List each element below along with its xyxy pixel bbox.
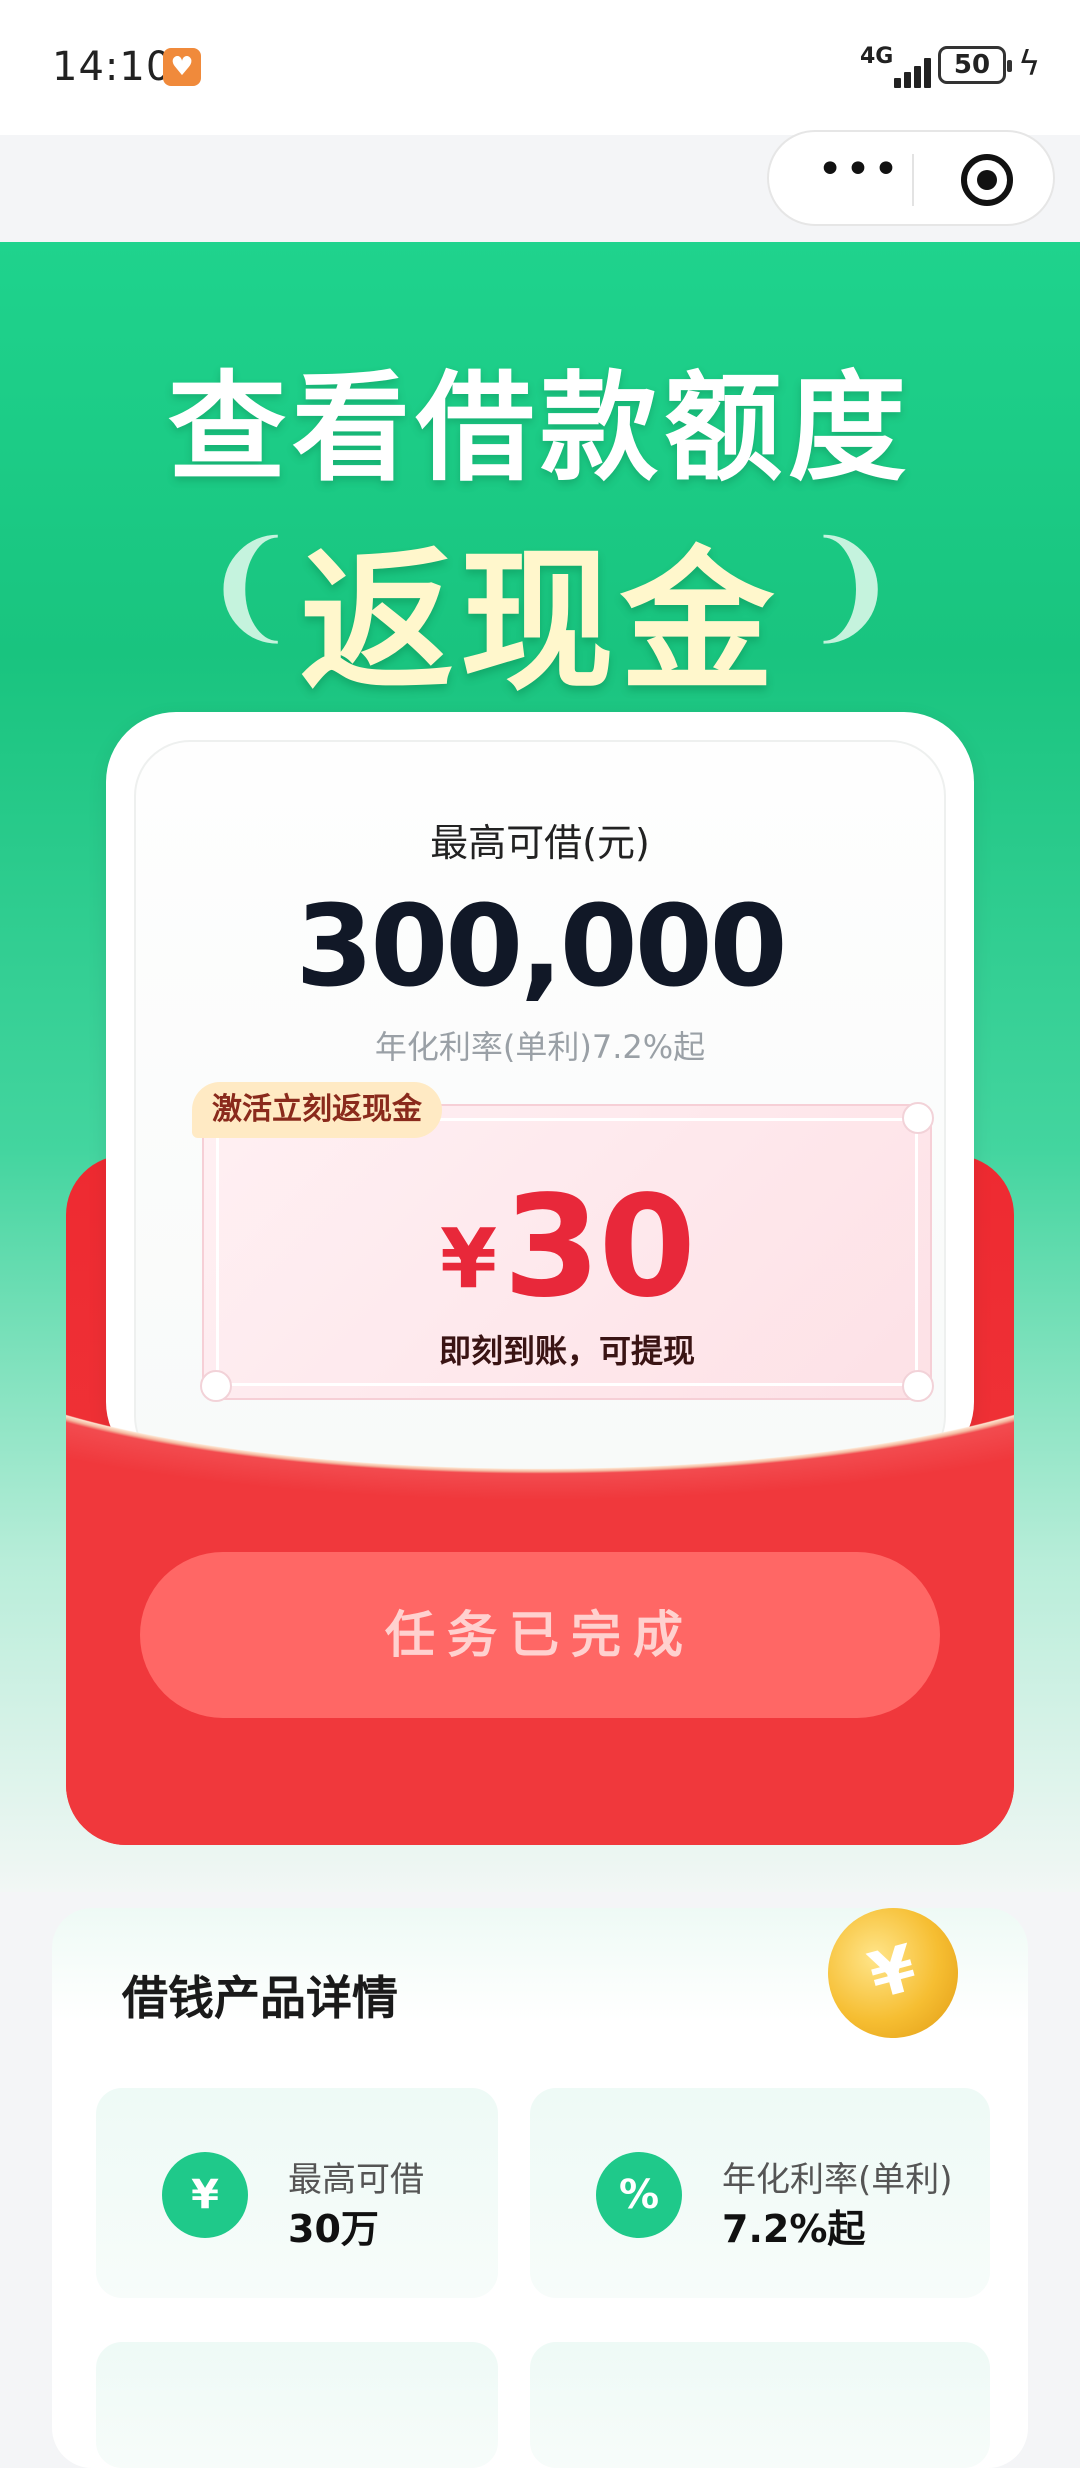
detail-value: 7.2%起 [722,2207,866,2251]
status-time: 14:10 [52,44,173,90]
status-bar: 14:10 ♥ 4G 50 ϟ [0,0,1080,135]
hero-title: 查看借款额度 [167,359,912,497]
laurel-right-icon: ❩ [800,517,901,656]
hero-subtitle: 返现金 [299,533,780,712]
capsule-divider [912,154,914,206]
task-complete-button[interactable]: 任务已完成 [140,1552,940,1718]
calendar-percent-icon: % [596,2152,682,2238]
activate-cashback-tag: 激活立刻返现金 [192,1082,442,1138]
details-title: 借钱产品详情 [122,1971,398,2025]
detail-max-borrow: ¥ 最高可借 30万 [96,2088,498,2298]
detail-placeholder-card [96,2342,498,2468]
app-notification-icon: ♥ [163,48,201,86]
target-close-icon[interactable] [961,154,1013,206]
max-borrow-label: 最高可借(元) [430,821,650,865]
interest-rate-text: 年化利率(单利)7.2%起 [374,1028,706,1066]
network-type: 4G [860,44,894,69]
more-dots-icon[interactable]: ••• [809,148,909,200]
detail-interest-rate: % 年化利率(单利) 7.2%起 [530,2088,990,2298]
miniprogram-capsule: ••• [767,130,1055,226]
cashback-amount: ¥30 [204,1166,930,1329]
detail-label: 最高可借 [288,2160,424,2200]
money-bag-icon: ¥ [162,2152,248,2238]
cashback-value: 30 [503,1166,696,1329]
detail-placeholder-card [530,2342,990,2468]
detail-value: 30万 [288,2207,379,2251]
ticket-hole [902,1102,934,1134]
charging-icon: ϟ [1018,44,1041,84]
detail-label: 年化利率(单利) [722,2160,953,2200]
battery-icon: 50 [938,46,1012,84]
max-borrow-amount: 300,000 [295,882,787,1012]
currency-symbol: ¥ [440,1212,498,1307]
